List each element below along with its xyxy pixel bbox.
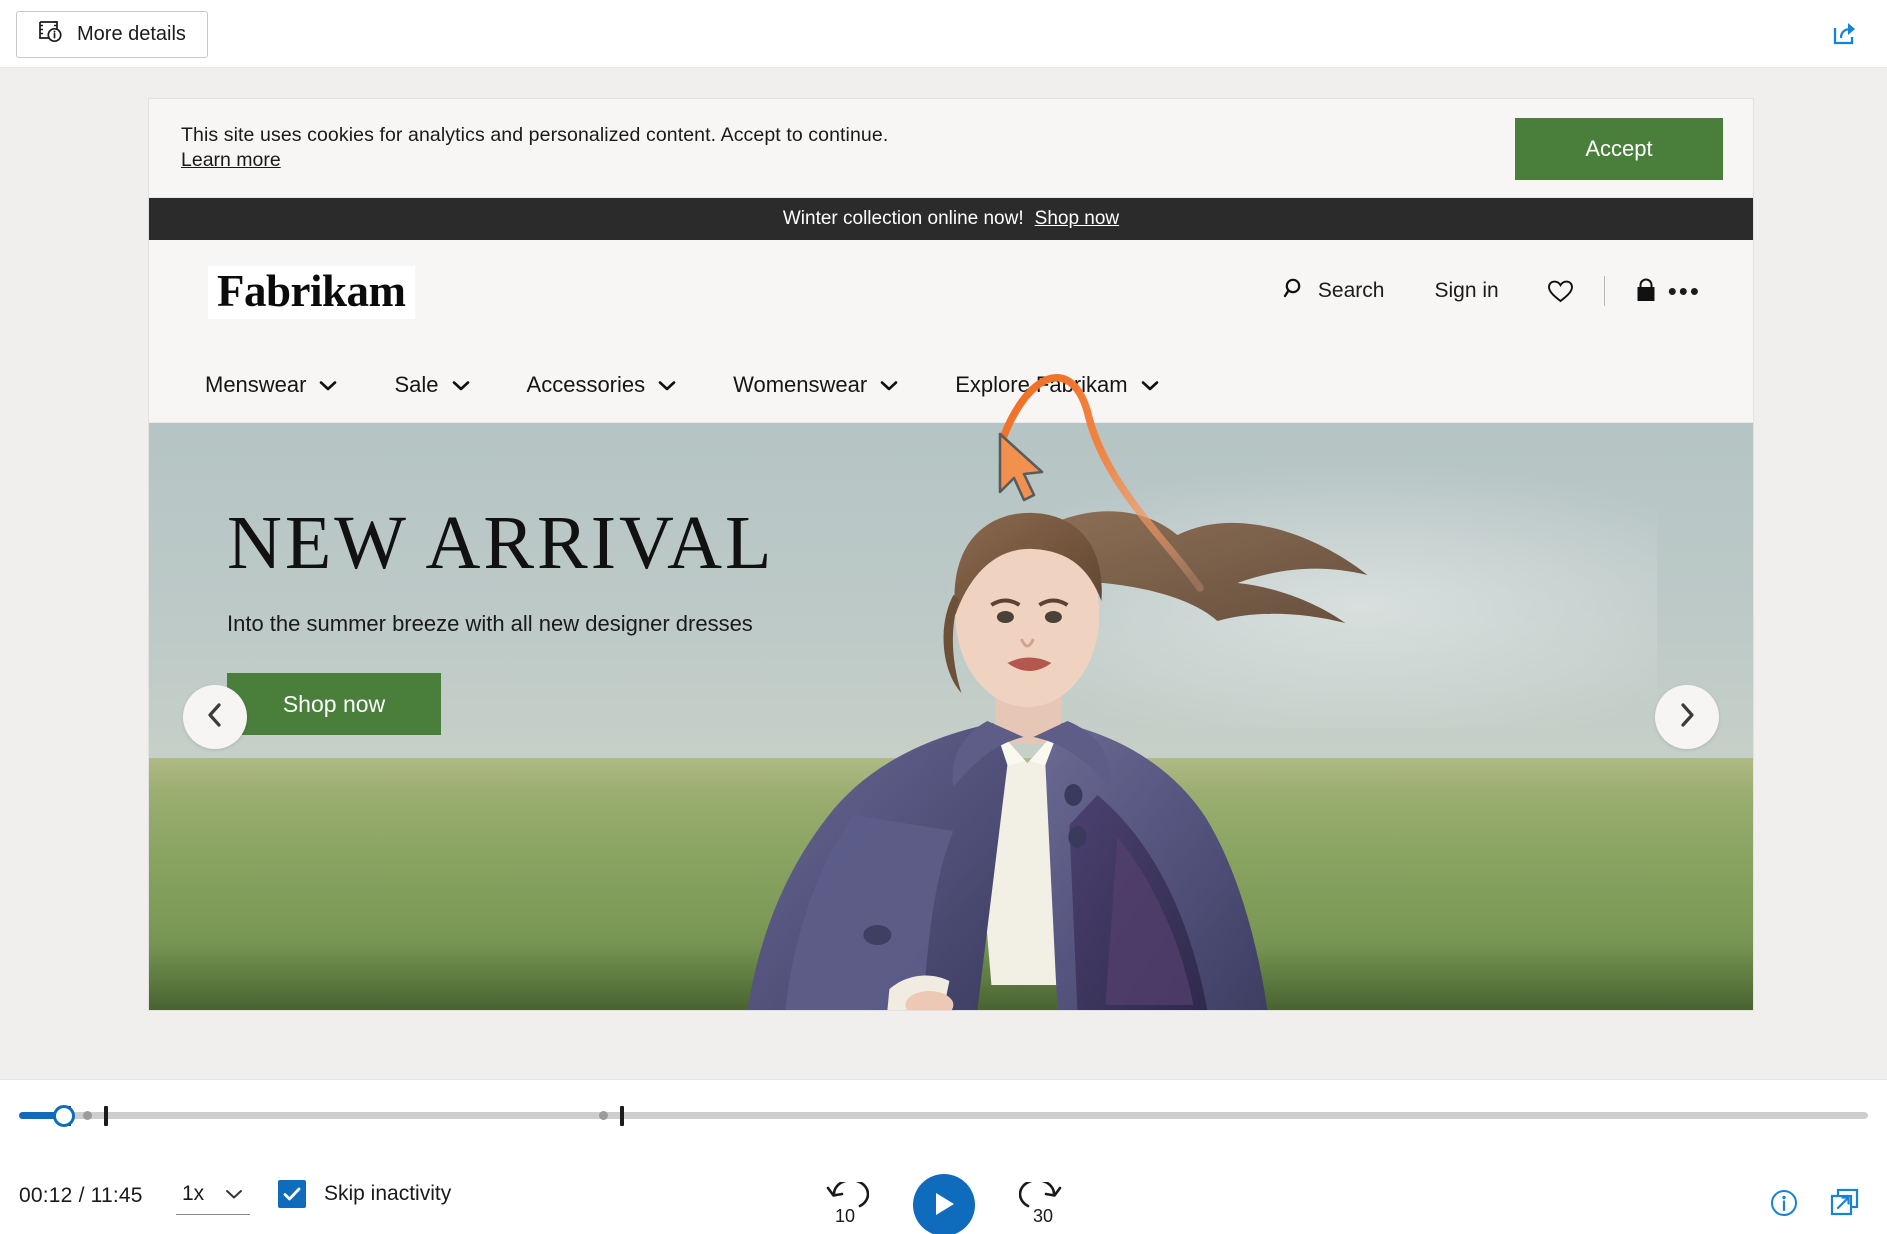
promo-banner: Winter collection online now! Shop now <box>149 198 1753 240</box>
timeline-track[interactable] <box>19 1112 1868 1119</box>
more-details-button[interactable]: More details <box>16 11 208 58</box>
transport-controls: 10 30 <box>821 1174 1067 1234</box>
nav-label: Explore Fabrikam <box>955 371 1128 397</box>
hero-title: NEW ARRIVAL <box>227 501 775 585</box>
hero-carousel: NEW ARRIVAL Into the summer breeze with … <box>149 423 1753 1010</box>
heart-icon[interactable] <box>1547 279 1574 304</box>
carousel-next-button[interactable] <box>1655 684 1719 749</box>
site-header: Fabrikam Search Sign in ••• <box>149 240 1753 347</box>
info-icon[interactable] <box>1769 1188 1799 1218</box>
play-icon <box>931 1190 957 1221</box>
time-display: 00:12 / 11:45 <box>19 1184 143 1207</box>
rewind-10-icon[interactable]: 10 <box>821 1181 869 1229</box>
accept-cookies-button[interactable]: Accept <box>1515 118 1723 180</box>
shopping-bag-icon[interactable] <box>1634 278 1658 304</box>
chevron-down-icon <box>880 372 898 398</box>
player-controls-bar: 00:12 / 11:45 1x Skip inactivity 10 30 <box>0 1079 1887 1234</box>
cookie-consent-banner: This site uses cookies for analytics and… <box>149 99 1753 198</box>
svg-text:10: 10 <box>834 1206 854 1226</box>
nav-item-explore-fabrikam[interactable]: Explore Fabrikam <box>955 372 1158 398</box>
logo-text: Fabrikam <box>217 266 406 316</box>
chevron-left-icon <box>204 702 226 731</box>
hero-ground <box>149 757 1753 1010</box>
promo-shop-now-link[interactable]: Shop now <box>1035 208 1120 230</box>
top-toolbar: More details <box>0 0 1887 68</box>
site-navigation: Menswear Sale Accessories Womenswear Exp… <box>149 347 1753 423</box>
header-divider <box>1603 276 1605 306</box>
carousel-prev-button[interactable] <box>183 684 247 749</box>
ellipsis-icon[interactable]: ••• <box>1668 278 1701 304</box>
search-icon <box>1283 277 1306 306</box>
timeline-thumb[interactable] <box>53 1105 75 1127</box>
skip-inactivity-label: Skip inactivity <box>324 1182 452 1205</box>
nav-item-sale[interactable]: Sale <box>394 372 469 398</box>
chevron-down-icon <box>452 372 470 398</box>
chevron-down-icon <box>224 1182 244 1206</box>
recording-stage: This site uses cookies for analytics and… <box>0 68 1887 1079</box>
recorded-page: This site uses cookies for analytics and… <box>149 99 1753 1010</box>
nav-label: Menswear <box>205 371 307 397</box>
skip-inactivity-checkbox[interactable] <box>278 1180 306 1208</box>
chevron-down-icon <box>658 372 676 398</box>
timeline-scrubber[interactable] <box>19 1102 1868 1128</box>
sign-in-link[interactable]: Sign in <box>1434 279 1498 303</box>
timeline-marker[interactable] <box>599 1111 608 1120</box>
header-actions: Search Sign in ••• <box>1283 276 1701 306</box>
forward-30-icon[interactable]: 30 <box>1018 1181 1067 1229</box>
nav-item-womenswear[interactable]: Womenswear <box>733 372 898 398</box>
search-label: Search <box>1317 279 1385 302</box>
playback-speed-select[interactable]: 1x <box>176 1180 251 1215</box>
player-utility-buttons <box>1769 1188 1861 1218</box>
hero-subtitle: Into the summer breeze with all new desi… <box>227 611 753 636</box>
skip-inactivity-toggle[interactable]: Skip inactivity <box>278 1180 451 1208</box>
share-icon[interactable] <box>1825 14 1865 54</box>
chevron-down-icon <box>319 372 337 398</box>
hero-shop-now-button[interactable]: Shop now <box>227 673 441 735</box>
cookie-message: This site uses cookies for analytics and… <box>181 124 889 146</box>
timeline-marker[interactable] <box>104 1106 108 1126</box>
nav-label: Accessories <box>526 371 646 397</box>
search-button[interactable]: Search <box>1283 277 1385 306</box>
promo-message: Winter collection online now! <box>782 208 1024 229</box>
pop-out-icon[interactable] <box>1829 1188 1861 1218</box>
nav-item-accessories[interactable]: Accessories <box>527 372 677 398</box>
play-button[interactable] <box>912 1174 975 1234</box>
learn-more-link[interactable]: Learn more <box>181 149 281 172</box>
hero-cloud <box>918 458 1657 729</box>
session-player-app: More details This site uses cookies for … <box>0 0 1887 1234</box>
chevron-down-icon <box>1141 372 1159 398</box>
more-details-label: More details <box>77 23 186 45</box>
timeline-marker[interactable] <box>620 1106 624 1126</box>
playback-speed-value: 1x <box>182 1182 205 1205</box>
timeline-marker[interactable] <box>83 1111 92 1120</box>
site-logo[interactable]: Fabrikam <box>208 266 415 319</box>
svg-text:30: 30 <box>1032 1206 1052 1226</box>
nav-label: Sale <box>394 371 439 397</box>
video-details-icon <box>38 20 64 50</box>
nav-label: Womenswear <box>733 371 868 397</box>
chevron-right-icon <box>1676 702 1698 731</box>
nav-item-menswear[interactable]: Menswear <box>205 372 337 398</box>
